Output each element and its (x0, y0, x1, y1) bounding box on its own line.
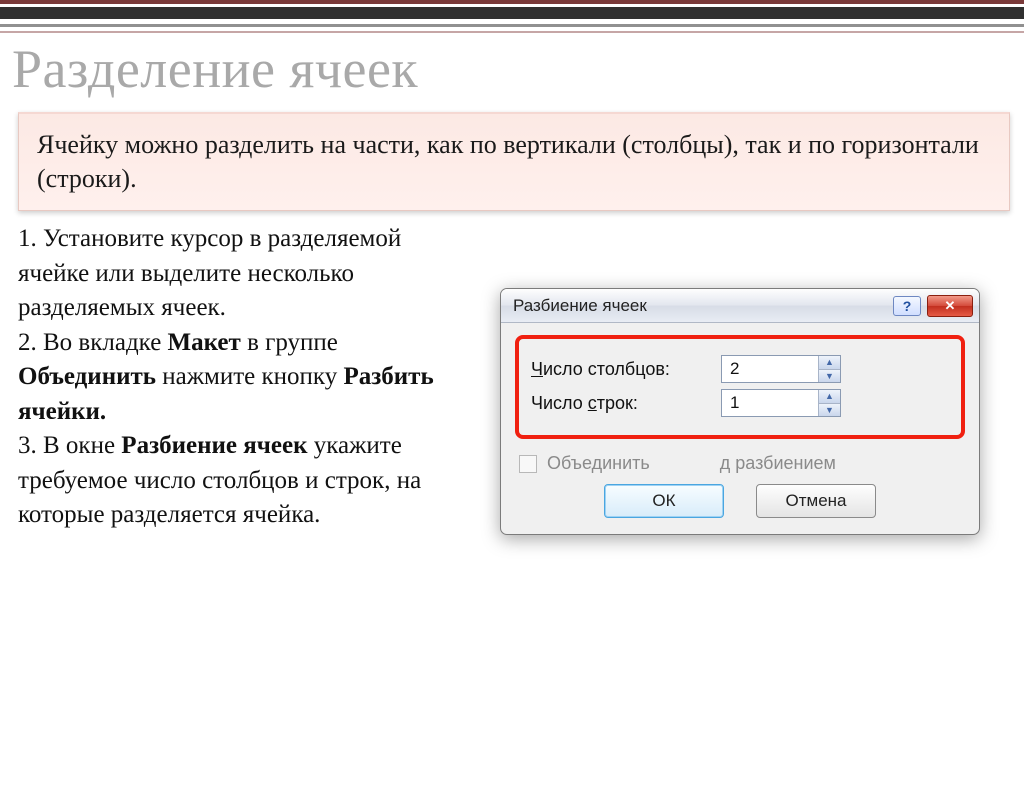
slide-title: Разделение ячеек (12, 38, 418, 100)
split-cells-dialog: Разбиение ячеек ? ✕ Число столбцов: 2 ▲ … (500, 288, 980, 535)
columns-down[interactable]: ▼ (819, 370, 840, 383)
merge-checkbox[interactable] (519, 455, 537, 473)
ok-button[interactable]: ОК (604, 484, 724, 518)
cancel-button[interactable]: Отмена (756, 484, 876, 518)
rows-down[interactable]: ▼ (819, 404, 840, 417)
columns-up[interactable]: ▲ (819, 356, 840, 370)
slide-top-decoration (0, 0, 1024, 33)
merge-before-split-row: Объединить д разбиением (519, 453, 961, 474)
rows-spinner[interactable]: 1 ▲ ▼ (721, 389, 841, 417)
columns-spinner[interactable]: 2 ▲ ▼ (721, 355, 841, 383)
dialog-title: Разбиение ячеек (513, 296, 887, 316)
columns-value[interactable]: 2 (722, 356, 818, 382)
rows-label: Число строк: (531, 393, 721, 414)
dialog-titlebar: Разбиение ячеек ? ✕ (501, 289, 979, 323)
close-button[interactable]: ✕ (927, 295, 973, 317)
merge-label-a: Объединить (547, 453, 650, 474)
columns-label: Число столбцов: (531, 359, 721, 380)
intro-box: Ячейку можно разделить на части, как по … (18, 112, 1010, 211)
rows-up[interactable]: ▲ (819, 390, 840, 404)
highlighted-inputs: Число столбцов: 2 ▲ ▼ Число строк: 1 (515, 335, 965, 439)
help-button[interactable]: ? (893, 296, 921, 316)
rows-value[interactable]: 1 (722, 390, 818, 416)
merge-label-b: д разбиением (720, 453, 836, 474)
instructions: 1. Установите курсор в разделяемой ячейк… (18, 222, 448, 533)
